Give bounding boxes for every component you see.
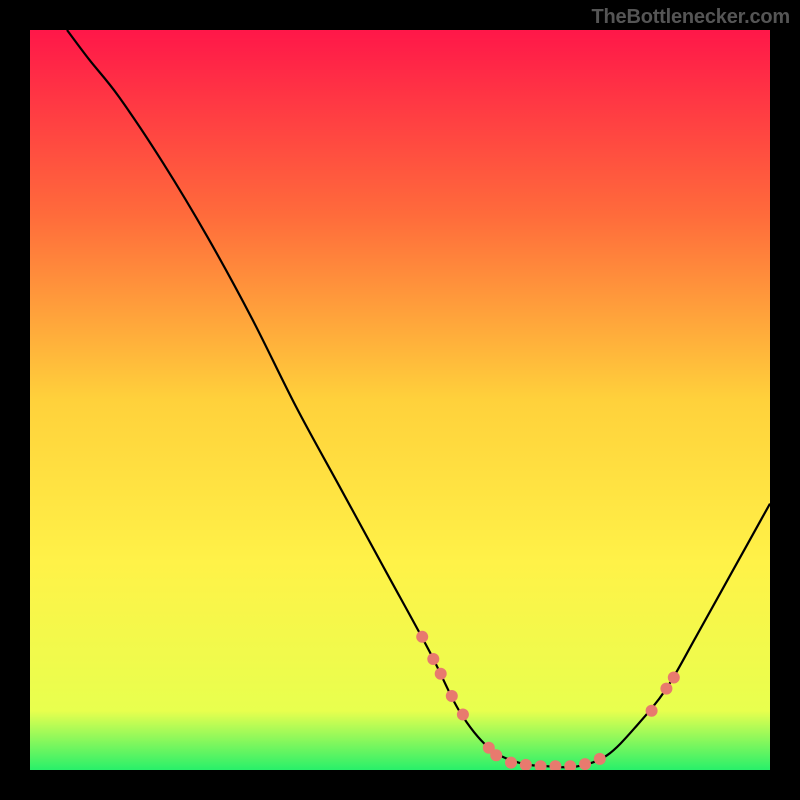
stage: TheBottlenecker.com [0, 0, 800, 800]
marker-dot [579, 758, 591, 770]
marker-dot [446, 690, 458, 702]
chart-background [30, 30, 770, 770]
chart [30, 30, 770, 770]
marker-dot [505, 757, 517, 769]
marker-dot [660, 683, 672, 695]
marker-dot [416, 631, 428, 643]
marker-dot [668, 672, 680, 684]
marker-dot [457, 709, 469, 721]
attribution-text: TheBottlenecker.com [592, 6, 791, 29]
marker-dot [427, 653, 439, 665]
marker-dot [490, 749, 502, 761]
marker-dot [435, 668, 447, 680]
marker-dot [646, 705, 658, 717]
marker-dot [594, 753, 606, 765]
